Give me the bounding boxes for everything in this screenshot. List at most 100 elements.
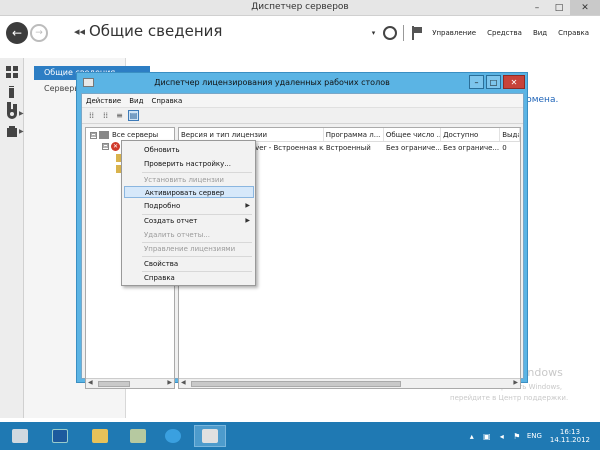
history-dropdown-icon[interactable]: ▾ [372,29,376,37]
dialog-toolbar: ⁞⁞ ⁞⁞ ≡ ▤ [82,108,523,124]
scroll-left-icon[interactable]: ◀ [88,379,93,386]
list-horizontal-scrollbar[interactable]: ◀ ▶ [179,378,520,388]
scroll-thumb[interactable] [98,381,130,387]
taskbar-explorer-button[interactable] [84,425,116,447]
toolbar-details-icon[interactable]: ▤ [128,110,139,121]
toolbar-view-icon-3[interactable]: ≡ [114,110,125,121]
folder-icon [92,429,108,443]
taskbar-ie-button[interactable] [157,425,189,447]
arrow-left-icon: ← [11,26,23,40]
menu-action[interactable]: Действие [86,97,121,105]
menu-tools[interactable]: Средства [487,29,522,37]
menu-item-help[interactable]: Справка [124,272,254,284]
dialog-menubar: Действие Вид Справка [82,94,523,108]
scroll-left-icon[interactable]: ◀ [181,379,186,386]
tray-chevron-icon[interactable]: ▴ [467,431,477,441]
scroll-right-icon[interactable]: ▶ [513,379,518,386]
dialog-maximize-button[interactable]: □ [486,75,501,89]
file-storage-icon[interactable] [6,126,18,138]
taskbar-license-manager-button[interactable] [194,425,226,447]
tools-icon [130,429,146,443]
refresh-icon[interactable] [383,26,398,40]
toolbar-view-icon-1[interactable]: ⁞⁞ [86,110,97,121]
close-button[interactable]: ✕ [570,0,600,15]
dialog-title: Диспетчер лицензирования удаленных рабоч… [154,78,390,87]
dialog-close-button[interactable]: ✕ [503,75,525,89]
toolbar-view-icon-2[interactable]: ⁞⁞ [100,110,111,121]
dialog-minimize-button[interactable]: – [469,75,484,89]
servers-icon [99,131,109,139]
menu-item-advanced[interactable]: Подробно ▶ [124,200,254,212]
notifications-flag-icon[interactable] [412,26,424,40]
menu-item-create-report[interactable]: Создать отчет ▶ [124,215,254,227]
menu-item-install-licenses: Установить лицензии [144,176,224,184]
taskbar-powershell-button[interactable] [44,425,76,447]
volume-icon[interactable]: ◂ [497,431,507,441]
table-cell: Без ограниче... [385,144,442,152]
taskbar: ▴ ▣ ◂ ⚑ ENG 16:13 14.11.2012 [0,422,600,450]
internet-explorer-icon [165,429,181,443]
taskbar-server-manager-button[interactable] [4,425,36,447]
column-header[interactable]: Программа л... [324,128,384,141]
tree-horizontal-scrollbar[interactable]: ◀ ▶ [86,378,174,388]
scroll-thumb[interactable] [191,381,401,387]
chevron-right-icon: ▶ [19,128,24,135]
submenu-arrow-icon: ▶ [245,202,250,209]
minimize-button[interactable]: – [526,0,548,15]
window-title: Диспетчер серверов [251,2,349,12]
server-manager-icon [12,429,28,443]
menu-item-refresh[interactable]: Обновить [124,144,254,156]
server-manager-titlebar: Диспетчер серверов – □ ✕ [0,0,600,16]
separator [403,25,405,41]
menu-view[interactable]: Вид [129,97,143,105]
menu-item-activate-server[interactable]: Активировать сервер [124,186,254,198]
local-server-icon[interactable] [6,86,18,98]
context-menu: Обновить Проверить настройку... Установи… [121,140,256,286]
clock-date: 14.11.2012 [549,436,590,444]
action-center-icon[interactable]: ⚑ [512,431,522,441]
menu-help[interactable]: Справка [151,97,182,105]
submenu-arrow-icon: ▶ [245,217,250,224]
menu-item-delete-reports: Удалить отчеты... [144,231,210,239]
clock[interactable]: 16:13 14.11.2012 [550,428,590,444]
dashboard-icon[interactable] [6,66,18,78]
header-actions: ▾ Управление Средства Вид Справка [372,16,600,50]
menu-item-label: Создать отчет [144,217,198,225]
collapse-icon[interactable]: ⊟ [102,143,109,150]
server-manager-header: ← → ◂◂ Общие сведения ▾ Управление Средс… [0,16,600,50]
menu-item-label: Подробно [144,202,181,210]
column-header[interactable]: Доступно [441,128,501,141]
server-manager-sidebar: ▶ ▶ [0,58,24,418]
menu-item-properties[interactable]: Свойства [124,258,254,270]
system-tray: ▴ ▣ ◂ ⚑ ENG 16:13 14.11.2012 [467,422,600,450]
page-title: Общие сведения [89,22,223,40]
remote-desktop-services-icon[interactable] [6,108,18,120]
menu-view[interactable]: Вид [533,29,547,37]
menu-separator [142,172,252,173]
powershell-icon [52,429,68,443]
column-header[interactable]: Общее число ... [384,128,442,141]
column-header[interactable]: Выдан [500,128,520,141]
menu-item-review-configuration[interactable]: Проверить настройку... [124,158,254,170]
table-cell: 0 [502,144,507,152]
menu-help[interactable]: Справка [558,29,589,37]
menu-separator [142,256,252,257]
maximize-button[interactable]: □ [548,0,570,15]
scroll-right-icon[interactable]: ▶ [167,379,172,386]
table-cell: Встроенный [325,144,371,152]
chevron-right-icon: ▶ [19,110,24,117]
network-icon[interactable]: ▣ [482,431,492,441]
dialog-controls: – □ ✕ [467,75,525,89]
status-bar [85,391,522,397]
tree-node-label: Все серверы [112,131,159,139]
tree-node-all-servers[interactable]: ⊟ Все серверы [90,131,158,139]
language-indicator[interactable]: ENG [527,432,542,440]
forward-button[interactable]: → [30,24,48,42]
menu-manage[interactable]: Управление [432,29,476,37]
clock-time: 16:13 [559,428,581,436]
collapse-icon[interactable]: ⊟ [90,131,97,139]
taskbar-tools-button[interactable] [122,425,154,447]
table-cell: Без ограниче... [443,144,500,152]
back-button[interactable]: ← [6,22,28,44]
window-controls: – □ ✕ [526,0,600,16]
